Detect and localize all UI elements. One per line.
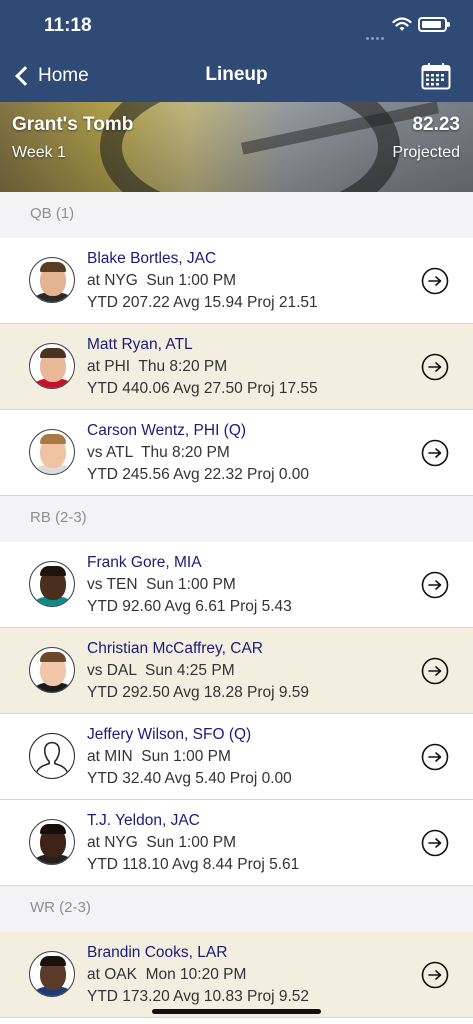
- section-label: WR (2-3): [30, 899, 91, 916]
- player-game: vs DAL Sun 4:25 PM: [87, 662, 235, 679]
- player-row[interactable]: Jeffery Wilson, SFO (Q) at MIN Sun 1:00 …: [0, 714, 473, 800]
- arrow-circle-right-icon[interactable]: [421, 743, 449, 771]
- player-avatar: [29, 429, 75, 475]
- projected-points: 82.23: [412, 114, 460, 135]
- player-row[interactable]: Christian McCaffrey, CAR vs DAL Sun 4:25…: [0, 628, 473, 714]
- player-avatar: [29, 561, 75, 607]
- calendar-button[interactable]: [421, 62, 451, 90]
- player-avatar: [29, 819, 75, 865]
- player-avatar: [29, 647, 75, 693]
- section-header-rb: RB (2-3): [0, 496, 473, 542]
- player-stats: YTD 207.22 Avg 15.94 Proj 21.51: [87, 294, 318, 311]
- signal-icon: [366, 27, 386, 40]
- player-avatar: [29, 257, 75, 303]
- navigation-bar: Home Lineup: [0, 50, 473, 102]
- battery-icon: [418, 17, 450, 32]
- arrow-circle-right-icon[interactable]: [421, 267, 449, 295]
- team-header: Grant's Tomb Week 1 82.23 Projected: [0, 102, 473, 192]
- player-stats: YTD 32.40 Avg 5.40 Proj 0.00: [87, 770, 292, 787]
- player-game: at OAK Mon 10:20 PM: [87, 966, 247, 983]
- player-row[interactable]: Blake Bortles, JAC at NYG Sun 1:00 PM YT…: [0, 238, 473, 324]
- player-name: Matt Ryan, ATL: [87, 336, 193, 353]
- status-time: 11:18: [44, 15, 92, 36]
- home-indicator[interactable]: [152, 1009, 321, 1014]
- back-button-label: Home: [38, 65, 89, 86]
- player-game: at NYG Sun 1:00 PM: [87, 272, 237, 289]
- section-label: RB (2-3): [30, 509, 87, 526]
- player-row[interactable]: Frank Gore, MIA vs TEN Sun 1:00 PM YTD 9…: [0, 542, 473, 628]
- placeholder-avatar-icon: [29, 733, 75, 779]
- player-name: Carson Wentz, PHI (Q): [87, 422, 247, 439]
- player-stats: YTD 118.10 Avg 8.44 Proj 5.61: [87, 856, 300, 873]
- player-stats: YTD 440.06 Avg 27.50 Proj 17.55: [87, 380, 318, 397]
- arrow-circle-right-icon[interactable]: [421, 829, 449, 857]
- arrow-circle-right-icon[interactable]: [421, 657, 449, 685]
- player-avatar: [29, 951, 75, 997]
- arrow-circle-right-icon[interactable]: [421, 961, 449, 989]
- player-game: vs ATL Thu 8:20 PM: [87, 444, 230, 461]
- player-stats: YTD 173.20 Avg 10.83 Proj 9.52: [87, 988, 310, 1005]
- section-header-wr: WR (2-3): [0, 886, 473, 932]
- player-stats: YTD 292.50 Avg 18.28 Proj 9.59: [87, 684, 310, 701]
- wifi-icon: [392, 17, 412, 31]
- player-stats: YTD 92.60 Avg 6.61 Proj 5.43: [87, 598, 292, 615]
- player-game: at PHI Thu 8:20 PM: [87, 358, 228, 375]
- player-avatar: [29, 343, 75, 389]
- player-name: T.J. Yeldon, JAC: [87, 812, 200, 829]
- player-row[interactable]: T.J. Yeldon, JAC at NYG Sun 1:00 PM YTD …: [0, 800, 473, 886]
- team-name: Grant's Tomb: [12, 114, 134, 135]
- player-row[interactable]: Brandin Cooks, LAR at OAK Mon 10:20 PM Y…: [0, 932, 473, 1018]
- player-name: Frank Gore, MIA: [87, 554, 202, 571]
- player-name: Brandin Cooks, LAR: [87, 944, 228, 961]
- player-stats: YTD 245.56 Avg 22.32 Proj 0.00: [87, 466, 310, 483]
- player-name: Jeffery Wilson, SFO (Q): [87, 726, 252, 743]
- chevron-left-icon: [15, 66, 35, 86]
- player-row[interactable]: Carson Wentz, PHI (Q) vs ATL Thu 8:20 PM…: [0, 410, 473, 496]
- week-label: Week 1: [12, 144, 66, 161]
- player-name: Blake Bortles, JAC: [87, 250, 217, 267]
- projected-label: Projected: [392, 144, 460, 161]
- player-row[interactable]: Matt Ryan, ATL at PHI Thu 8:20 PM YTD 44…: [0, 324, 473, 410]
- arrow-circle-right-icon[interactable]: [421, 439, 449, 467]
- player-game: vs TEN Sun 1:00 PM: [87, 576, 236, 593]
- arrow-circle-right-icon[interactable]: [421, 571, 449, 599]
- player-name: Christian McCaffrey, CAR: [87, 640, 263, 657]
- status-bar: 11:18: [0, 0, 473, 50]
- back-button[interactable]: Home: [12, 62, 89, 90]
- section-label: QB (1): [30, 205, 75, 222]
- section-header-qb: QB (1): [0, 192, 473, 238]
- player-game: at NYG Sun 1:00 PM: [87, 834, 237, 851]
- player-game: at MIN Sun 1:00 PM: [87, 748, 231, 765]
- arrow-circle-right-icon[interactable]: [421, 353, 449, 381]
